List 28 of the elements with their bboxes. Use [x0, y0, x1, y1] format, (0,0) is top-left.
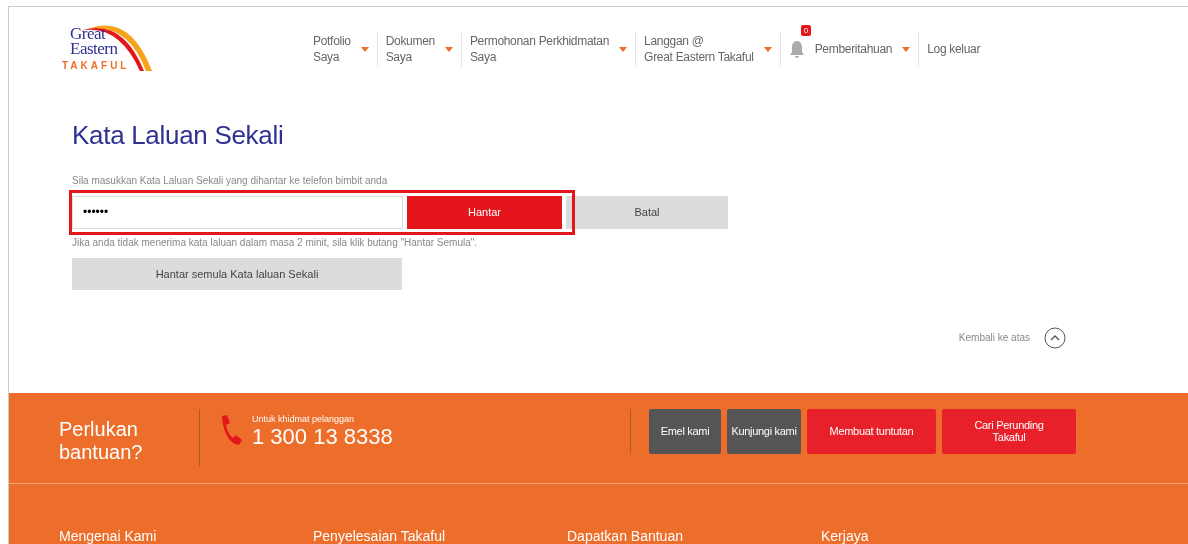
- nav-menu[interactable]: Potfolio Saya: [313, 33, 351, 66]
- back-to-top-link[interactable]: Kembali ke atas: [958, 332, 1030, 344]
- footer-action-button[interactable]: Emel kami: [649, 408, 721, 454]
- nav-menu[interactable]: Dokumen Saya: [385, 33, 435, 66]
- page-title: Kata Laluan Sekali: [72, 119, 285, 151]
- nav-menu[interactable]: Pemberitahuan: [814, 41, 893, 58]
- caret-icon: [360, 46, 369, 52]
- service-label: Untuk khidmat pelanggan: [252, 414, 356, 424]
- resend-button[interactable]: Hantar semula Kata laluan Sekali: [72, 257, 402, 290]
- submit-button[interactable]: Hantar: [407, 195, 562, 229]
- caret-icon: [763, 46, 772, 52]
- chevron-up-icon[interactable]: [1044, 326, 1066, 349]
- help-heading: Perlukan bantuan?: [59, 418, 144, 464]
- footer-action-button[interactable]: Membuat tuntutan: [807, 408, 936, 454]
- otp-field[interactable]: ••••••: [72, 195, 403, 229]
- logout-link[interactable]: Log keluar: [927, 41, 981, 58]
- notification-badge: 0: [800, 25, 812, 37]
- caret-icon: [902, 46, 911, 52]
- nav-menu[interactable]: Langgan @ Great Eastern Takaful: [644, 33, 754, 66]
- caret-icon: [619, 46, 628, 52]
- footer-action-button[interactable]: Kunjungi kami: [727, 408, 801, 454]
- footer-action-button[interactable]: Cari Perunding Takaful: [942, 408, 1076, 454]
- caret-icon: [444, 46, 453, 52]
- phone-number: 1 300 13 8338: [252, 424, 393, 450]
- cancel-button[interactable]: Batal: [566, 195, 728, 229]
- instruction-text: Sila masukkan Kata Laluan Sekali yang dihantar ke telefon bimbit anda: [72, 174, 389, 186]
- hint-text: Jika anda tidak menerima kata laluan dalam masa 2 minit, sila klik butang "Hantar Semula".: [72, 236, 479, 248]
- nav-menu[interactable]: Permohonan Perkhidmatan Saya: [469, 33, 610, 66]
